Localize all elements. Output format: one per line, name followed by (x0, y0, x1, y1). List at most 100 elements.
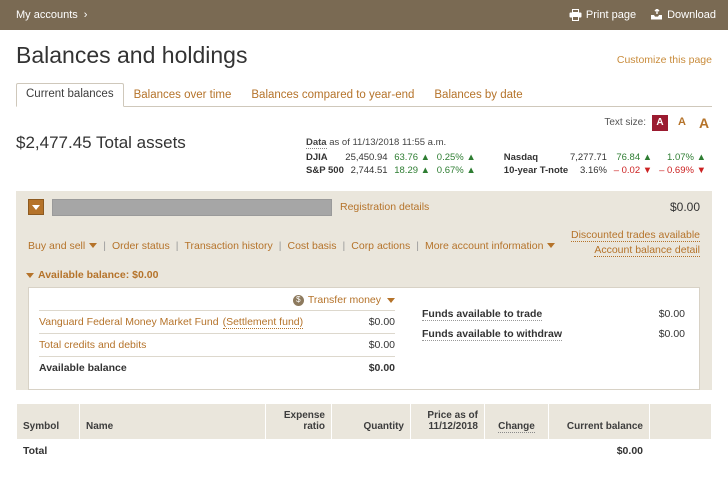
total-credits-debits-value: $0.00 (325, 334, 395, 357)
column-header-current-balance[interactable]: Current balance (549, 404, 649, 439)
download-icon (650, 9, 663, 21)
download-button[interactable]: Download (650, 9, 716, 21)
print-page-button[interactable]: Print page (569, 9, 636, 21)
table-row: Vanguard Federal Money Market Fund(Settl… (39, 311, 395, 334)
breadcrumb-label[interactable]: My accounts (16, 9, 78, 21)
empty-cell (266, 439, 331, 463)
balance-breakdown-table: Vanguard Federal Money Market Fund(Settl… (39, 310, 395, 379)
holdings-total-row: Total $0.00 (17, 439, 711, 463)
text-size-medium-button[interactable]: A (674, 115, 690, 131)
transaction-history-link[interactable]: Transaction history (184, 240, 272, 252)
transfer-money-control[interactable]: $ Transfer money (39, 294, 395, 310)
tab-balances-compared-to-year-end[interactable]: Balances compared to year-end (241, 84, 424, 107)
market-row: S&P 500 2,744.51 18.29 ▲ 0.67% ▲ 10-year… (306, 164, 712, 177)
chevron-down-icon[interactable] (387, 298, 395, 303)
balance-breakdown-section: $ Transfer money Vanguard Federal Money … (29, 288, 405, 389)
spacer-cell (482, 151, 504, 164)
chevron-down-icon (26, 273, 34, 278)
chevron-down-icon[interactable] (547, 243, 555, 248)
order-status-link[interactable]: Order status (112, 240, 170, 252)
table-row: Available balance $0.00 (39, 357, 395, 380)
download-label[interactable]: Download (667, 9, 716, 21)
account-action-links: Buy and sell | Order status | Transactio… (28, 228, 555, 252)
column-header-change[interactable]: Change (485, 404, 548, 439)
discounted-trades-available-link[interactable]: Discounted trades available (571, 229, 700, 242)
assets-and-market-row: $2,477.45 Total assets Data as of 11/13/… (0, 131, 728, 177)
collapse-toggle-button[interactable] (28, 199, 44, 215)
holdings-table: Symbol Name Expenseratio Quantity Price … (16, 404, 712, 463)
empty-cell (332, 439, 410, 463)
column-header-expense-ratio[interactable]: Expenseratio (266, 404, 331, 439)
tab-balances-over-time[interactable]: Balances over time (124, 84, 242, 107)
total-current-balance: $0.00 (549, 439, 649, 463)
funds-available-table: Funds available to trade $0.00 Funds ava… (422, 304, 685, 344)
account-name-redacted (52, 199, 332, 216)
funds-available-to-trade-value: $0.00 (643, 304, 685, 324)
text-size-large-button[interactable]: A (696, 115, 712, 131)
printer-icon (569, 9, 582, 21)
settlement-fund-note[interactable]: (Settlement fund) (223, 316, 304, 329)
index-name-sp500: S&P 500 (306, 164, 344, 177)
page-header: Balances and holdings Customize this pag… (0, 30, 728, 70)
account-amount: $0.00 (670, 200, 700, 214)
top-utility-bar: My accounts › Print page Download (0, 0, 728, 30)
print-page-label[interactable]: Print page (586, 9, 636, 21)
arrow-down-icon: ▼ (697, 165, 706, 176)
funds-available-to-withdraw-link[interactable]: Funds available to withdraw (422, 328, 562, 341)
column-header-price[interactable]: Price as of11/12/2018 (411, 404, 484, 439)
registration-details-link[interactable]: Registration details (340, 201, 429, 213)
breadcrumb[interactable]: My accounts › (16, 9, 87, 21)
customize-page-link[interactable]: Customize this page (617, 54, 712, 66)
arrow-up-icon: ▲ (466, 152, 475, 163)
index-value-djia: 25,450.94 (344, 151, 393, 164)
text-size-label: Text size: (604, 117, 646, 128)
index-change-nasdaq: 76.84 ▲ (613, 151, 658, 164)
account-balance-detail-link[interactable]: Account balance detail (594, 244, 700, 257)
column-header-name[interactable]: Name (80, 404, 265, 439)
index-name-tnote: 10-year T-note (504, 164, 569, 177)
available-balance-toggle[interactable]: Available balance: $0.00 (16, 267, 712, 287)
account-right-links: Discounted trades available Account bala… (571, 228, 700, 260)
chevron-down-icon (32, 205, 40, 210)
transfer-money-link[interactable]: Transfer money (308, 294, 381, 306)
market-index-table: DJIA 25,450.94 63.76 ▲ 0.25% ▲ Nasdaq 7,… (306, 151, 712, 177)
topbar-actions: Print page Download (569, 9, 716, 21)
available-balance-panel: $ Transfer money Vanguard Federal Money … (28, 287, 700, 390)
column-header-actions (650, 404, 711, 439)
tab-balances-by-date[interactable]: Balances by date (424, 84, 532, 107)
divider: | (103, 240, 106, 252)
market-row: DJIA 25,450.94 63.76 ▲ 0.25% ▲ Nasdaq 7,… (306, 151, 712, 164)
index-percent-nasdaq: 1.07% ▲ (658, 151, 712, 164)
available-balance-value: $0.00 (325, 357, 395, 380)
funds-available-section: Funds available to trade $0.00 Funds ava… (405, 288, 699, 389)
divider: | (279, 240, 282, 252)
index-percent-djia: 0.25% ▲ (436, 151, 482, 164)
market-asof-text: as of 11/13/2018 11:55 a.m. (329, 137, 446, 148)
text-size-small-button[interactable]: A (652, 115, 668, 131)
chevron-down-icon[interactable] (89, 243, 97, 248)
index-change-sp500: 18.29 ▲ (394, 164, 437, 177)
empty-cell (485, 439, 548, 463)
column-header-symbol[interactable]: Symbol (17, 404, 79, 439)
market-asof-tooltip-link[interactable]: Data (306, 137, 327, 149)
index-value-nasdaq: 7,277.71 (569, 151, 613, 164)
chevron-right-icon: › (84, 9, 88, 21)
empty-cell (80, 439, 265, 463)
more-account-information-link[interactable]: More account information (425, 240, 543, 252)
cost-basis-link[interactable]: Cost basis (288, 240, 337, 252)
market-data: Data as of 11/13/2018 11:55 a.m. DJIA 25… (306, 133, 712, 177)
coin-icon: $ (293, 295, 304, 306)
spacer-cell (482, 164, 504, 177)
funds-available-to-trade-link[interactable]: Funds available to trade (422, 308, 542, 321)
buy-and-sell-link[interactable]: Buy and sell (28, 240, 85, 252)
account-header-row: Registration details $0.00 (16, 191, 712, 224)
total-assets: $2,477.45 Total assets (16, 133, 306, 153)
divider: | (343, 240, 346, 252)
tab-current-balances[interactable]: Current balances (16, 83, 124, 107)
column-header-quantity[interactable]: Quantity (332, 404, 410, 439)
arrow-up-icon: ▲ (421, 165, 430, 176)
funds-available-to-withdraw-value: $0.00 (643, 324, 685, 344)
tab-bar: Current balances Balances over time Bala… (16, 84, 712, 107)
corp-actions-link[interactable]: Corp actions (351, 240, 410, 252)
index-change-djia: 63.76 ▲ (394, 151, 437, 164)
